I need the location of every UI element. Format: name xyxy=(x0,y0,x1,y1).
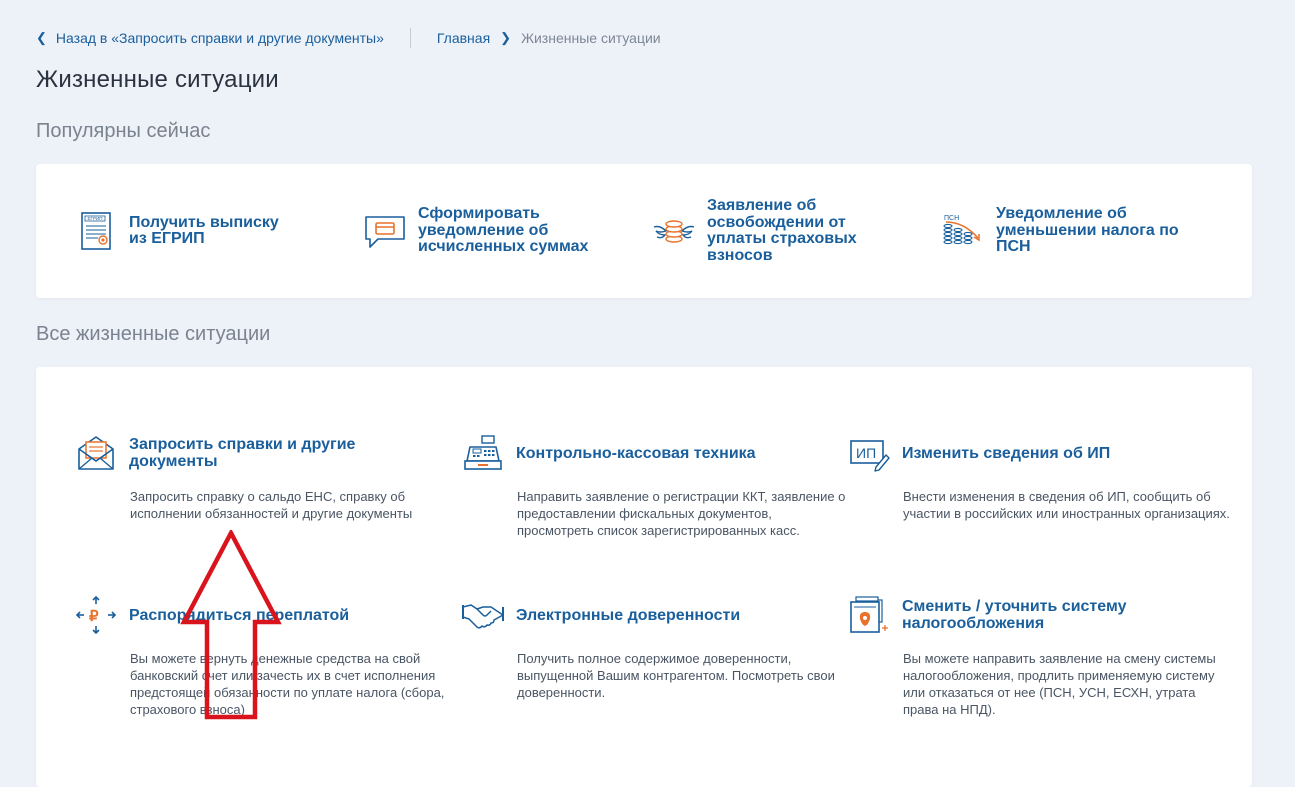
situation-title: Изменить сведения об ИП xyxy=(902,444,1111,462)
situation-tax-system[interactable]: Сменить / уточнить систему налогообложен… xyxy=(849,590,1229,718)
ruble-arrows-icon: ₽ xyxy=(74,593,118,637)
handshake-icon xyxy=(461,593,505,637)
situation-title: Сменить / уточнить систему налогообложен… xyxy=(902,598,1127,632)
svg-text:ИП: ИП xyxy=(856,445,876,461)
popular-item-label: Сформировать уведомление об исчисленных … xyxy=(418,205,589,256)
svg-text:₽: ₽ xyxy=(89,608,99,625)
speech-bubble-card-icon xyxy=(361,207,409,255)
situation-request-documents[interactable]: Запросить справки и другие документы Зап… xyxy=(76,428,456,522)
envelope-letter-icon xyxy=(74,431,118,475)
popular-item-label: Получить выписку из ЕГРИП xyxy=(129,213,279,247)
back-link-label: Назад в «Запросить справки и другие доку… xyxy=(55,30,384,46)
situation-description: Внести изменения в сведения об ИП, сообщ… xyxy=(903,489,1230,521)
situation-cash-register[interactable]: Контрольно-кассовая техника Направить за… xyxy=(461,428,845,539)
cash-register-icon xyxy=(461,431,505,475)
situation-change-ip[interactable]: ИП Изменить сведения об ИП Внести измене… xyxy=(847,428,1230,522)
popular-section-title: Популярны сейчас xyxy=(36,120,211,142)
popular-item-exemption[interactable]: Заявление об освобождении от уплаты стра… xyxy=(650,164,867,298)
egrip-document-icon: ЕГРИП xyxy=(72,207,120,255)
situation-description: Вы можете вернуть денежные средства на с… xyxy=(130,651,445,717)
popular-item-notification[interactable]: Сформировать уведомление об исчисленных … xyxy=(361,164,623,298)
popular-item-psn[interactable]: ПСН Уведомление об уменьшении налога по … xyxy=(939,164,1196,298)
page-title: Жизненные ситуации xyxy=(36,66,279,93)
back-link[interactable]: ❮ Назад в «Запросить справки и другие до… xyxy=(36,30,384,46)
emblem-folder-icon xyxy=(847,593,891,637)
situation-overpayment[interactable]: ₽ Распорядиться переплатой Вы можете вер… xyxy=(74,590,456,718)
svg-text:ПСН: ПСН xyxy=(944,215,959,222)
situation-description: Запросить справку о сальдо ЕНС, справку … xyxy=(130,489,413,521)
chevron-right-icon: ❯ xyxy=(500,30,512,45)
popular-item-label: Заявление об освобождении от уплаты стра… xyxy=(707,197,857,264)
svg-text:ЕГРИП: ЕГРИП xyxy=(88,216,103,221)
situation-title: Электронные доверенности xyxy=(516,606,741,624)
situation-description: Получить полное содержимое доверенности,… xyxy=(517,651,835,700)
winged-coins-icon xyxy=(650,207,698,255)
all-situations-card: Запросить справки и другие документы Зап… xyxy=(36,367,1252,787)
situation-title: Контрольно-кассовая техника xyxy=(516,444,756,462)
all-section-title: Все жизненные ситуации xyxy=(36,323,271,345)
situation-title: Распорядиться переплатой xyxy=(129,606,350,624)
breadcrumb: ❮ Назад в «Запросить справки и другие до… xyxy=(36,28,661,48)
breadcrumb-home[interactable]: Главная xyxy=(437,30,490,46)
situation-title: Запросить справки и другие документы xyxy=(129,436,356,470)
popular-card: ЕГРИП Получить выписку из ЕГРИП Сформиро… xyxy=(36,164,1252,298)
chevron-left-icon: ❮ xyxy=(36,30,47,45)
situation-description: Направить заявление о регистрации ККТ, з… xyxy=(517,489,846,538)
psn-coin-stacks-icon: ПСН xyxy=(939,207,987,255)
popular-item-egrip[interactable]: ЕГРИП Получить выписку из ЕГРИП xyxy=(72,164,299,298)
situation-description: Вы можете направить заявление на смену с… xyxy=(903,651,1216,717)
situation-e-powers-of-attorney[interactable]: Электронные доверенности Получить полное… xyxy=(461,590,843,701)
popular-item-label: Уведомление об уменьшении налога по ПСН xyxy=(996,205,1179,256)
breadcrumb-divider xyxy=(409,28,411,48)
breadcrumb-current: Жизненные ситуации xyxy=(521,30,661,46)
ip-edit-icon: ИП xyxy=(847,431,891,475)
